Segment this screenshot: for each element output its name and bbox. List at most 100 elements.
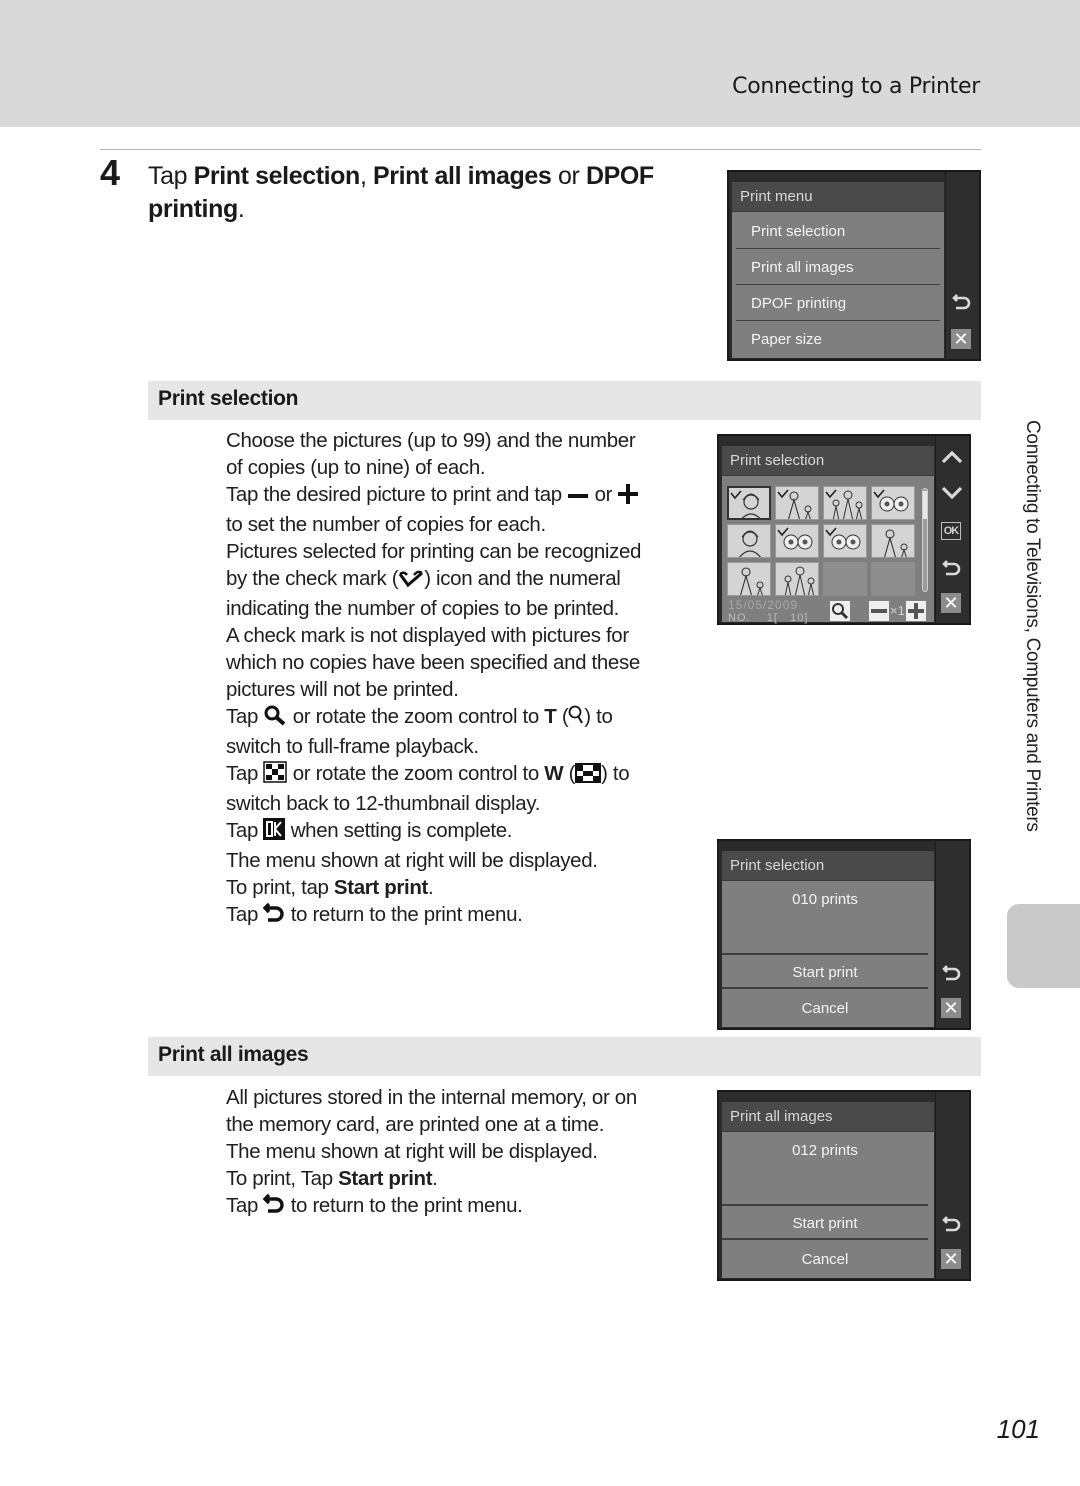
screen-side-controls: ✕ [935,841,969,1028]
playback-zoom-icon [568,704,584,733]
zoom-button[interactable] [830,601,850,621]
instruction-line: Tap the desired picture to print and tap… [226,481,696,511]
print-all-instructions: All pictures stored in the internal memo… [226,1084,696,1222]
instruction-line: The menu shown at right will be displaye… [226,849,598,872]
thumbnail-icon [263,761,288,790]
step-number: 4 [100,152,121,193]
section-header-print-all-images: Print all images [148,1037,981,1076]
check-mark-icon [398,568,424,595]
thumbnail-image [738,530,762,557]
cancel-button[interactable]: Cancel [722,1242,928,1278]
thumbnail-image [883,529,908,557]
thumbnail-image [777,527,813,550]
ok-icon[interactable]: OK [941,522,961,540]
increase-copies-button[interactable] [906,601,926,621]
picture-date: 15/05/2009 [728,598,799,612]
menu-item-print-all-images[interactable]: Print all images [736,250,940,285]
check-mark-icon [730,490,742,500]
thumbnail[interactable] [871,524,915,558]
instruction-line: To print, tap Start print. [226,874,696,901]
print-count: 010 prints [792,891,858,908]
section-title: Connecting to a Printer [732,74,980,99]
screen-title: Print menu [732,182,944,212]
thumbnail[interactable] [727,486,771,520]
close-icon[interactable]: ✕ [941,1249,961,1270]
thumbnail-image [777,489,812,519]
chapter-tab-label: Connecting to Televisions, Computers and… [1022,420,1043,832]
menu-item-paper-size[interactable]: Paper size [736,322,940,357]
thumbnail-image [825,527,861,550]
text: by the check mark ( [226,567,399,590]
return-icon[interactable] [941,556,963,578]
scrollbar-thumb[interactable] [923,491,927,519]
menu-item-print-selection[interactable]: Print selection [736,214,940,249]
start-print-button[interactable]: Start print [722,1204,928,1240]
start-print-reference: Start print [338,1167,433,1190]
return-icon[interactable] [951,290,973,312]
divider [100,149,981,150]
text: Tap [226,819,264,842]
text: . [432,1167,438,1190]
thumbnail-image [825,489,863,519]
instruction-line: Tap or rotate the zoom control to T () t… [226,703,696,733]
instruction-line: Tap or rotate the zoom control to W () t… [226,760,696,790]
instruction-line: Pictures selected for printing can be re… [226,540,642,563]
thumbnail[interactable] [775,486,819,520]
section-heading: Print selection [158,387,299,410]
thumbnail[interactable] [775,524,819,558]
section-heading: Print all images [158,1043,309,1066]
print-all-confirm-screen: Print all images 012 prints Start print … [717,1090,971,1281]
print-menu-panel: Print menu Print selection Print all ima… [732,182,944,358]
thumbnail-image [739,567,764,595]
thumbnail[interactable] [727,524,771,558]
print-menu-screen: Print menu Print selection Print all ima… [727,170,981,361]
text: . [428,876,434,899]
check-mark-icon [825,489,837,499]
text: or rotate the zoom control to [287,705,545,728]
text: Tap [226,903,264,926]
down-icon[interactable] [941,482,963,504]
text: or rotate the zoom control to [287,762,545,785]
picture-number: NO. 1[ 10] [728,612,808,624]
up-icon[interactable] [941,446,963,468]
close-icon[interactable]: ✕ [941,593,961,614]
menu-item-dpof-printing[interactable]: DPOF printing [736,286,940,321]
print-selection-confirm-screen: Print selection 010 prints Start print C… [717,839,971,1030]
start-print-button[interactable]: Start print [722,953,928,989]
text: ) icon and the numeral [424,567,621,590]
thumbnail[interactable] [775,562,819,596]
close-icon[interactable]: ✕ [951,329,971,350]
step-option-print-selection: Print selection [193,162,361,190]
instruction-line: of copies (up to nine) of each. [226,456,486,479]
thumbnail-grid [727,486,919,596]
step-text-suffix: . [237,195,245,223]
screen-title: Print selection [722,446,934,476]
scrollbar[interactable] [922,488,928,592]
plus-icon [908,603,924,619]
zoom-tele-label: T [544,705,557,728]
decrease-copies-button[interactable] [869,601,889,621]
step-instruction: Tap Print selection, Print all images or… [148,160,708,226]
return-icon[interactable] [941,1212,963,1234]
instruction-line: The menu shown at right will be displaye… [226,1140,598,1163]
thumbnail-empty-slot [823,562,867,596]
text: Tap [226,1194,264,1217]
return-icon[interactable] [941,961,963,983]
text: Tap [226,762,264,785]
thumbnail[interactable] [871,486,915,520]
thumbnail[interactable] [823,524,867,558]
close-icon[interactable]: ✕ [941,998,961,1019]
instruction-line: Tap to return to the print menu. [226,1192,696,1222]
cancel-button[interactable]: Cancel [722,991,928,1027]
page-number: 101 [996,1414,1040,1444]
text: to return to the print menu. [285,1194,523,1217]
text: to return to the print menu. [285,903,523,926]
thumbnail[interactable] [727,562,771,596]
print-selection-thumbnail-screen: Print selection 15/05/2009 NO. 1[ 10] ×1… [717,434,971,625]
check-mark-icon [777,489,789,499]
instruction-line: Tap to return to the print menu. [226,901,696,931]
magnify-icon [263,704,287,733]
print-selection-instructions: Choose the pictures (up to 99) and the n… [226,427,696,931]
number-label: NO. [728,612,751,624]
thumbnail[interactable] [823,486,867,520]
